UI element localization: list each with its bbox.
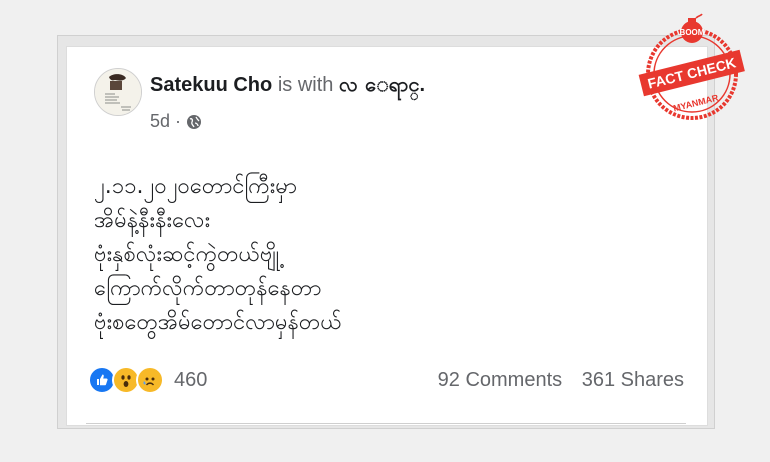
shares-count[interactable]: 361 Shares	[582, 369, 684, 391]
tagged-person[interactable]: လ ေရာင္.	[339, 74, 425, 96]
post-time[interactable]: 5d	[150, 111, 170, 132]
sad-icon	[136, 366, 164, 394]
engagement-stats: 92 Comments 361 Shares	[438, 369, 684, 392]
avatar-image	[95, 69, 141, 115]
meta-separator: ·	[175, 111, 182, 131]
post-line: ၂.၁၁.၂၀၂၀တောင်ကြီးမှာ	[94, 174, 297, 199]
avatar[interactable]	[94, 68, 142, 116]
comments-count[interactable]: 92 Comments	[438, 369, 563, 391]
post-line: အိမ်နဲ့နီးနီးလေး	[94, 208, 211, 233]
author-name[interactable]: Satekuu Cho	[150, 74, 272, 96]
fact-check-stamp: BOOM FACT CHECK MYANMAR	[632, 12, 752, 132]
with-text: is with	[277, 74, 334, 96]
globe-icon[interactable]	[186, 114, 202, 130]
post-line: ကြောက်လိုက်တာတုန်နေတာ	[94, 276, 322, 301]
reaction-count[interactable]: 460	[174, 369, 207, 392]
action-divider	[86, 423, 686, 424]
reactions-summary[interactable]: 460	[88, 366, 207, 394]
post-line: ဗုံးနှစ်လုံးဆင့်ကွဲတယ်ဗျို့	[94, 242, 280, 267]
post-header: Satekuu Cho is with လ ေရာင္.	[150, 71, 425, 101]
stamp-top-text: BOOM	[680, 28, 705, 37]
post-line: ဗုံးစတွေအိမ်တောင်လာမှန်တယ်	[94, 310, 342, 335]
post-meta: 5d ·	[150, 111, 202, 132]
stamp-bottom-text: MYANMAR	[672, 92, 720, 113]
stamp-main-text: FACT CHECK	[646, 54, 737, 91]
post-body: ၂.၁၁.၂၀၂၀တောင်ကြီးမှာ အိမ်နဲ့နီးနီးလေး ဗ…	[94, 170, 342, 340]
